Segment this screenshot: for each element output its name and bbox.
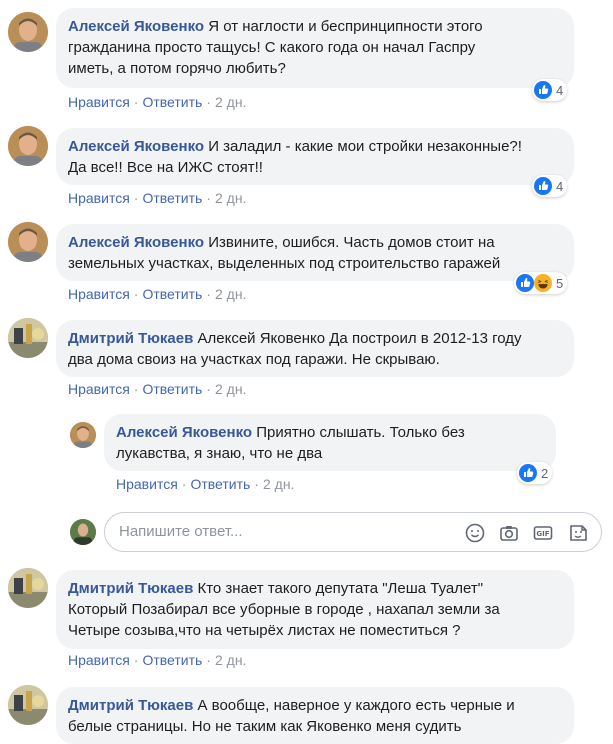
reaction-count: 4 <box>556 82 564 98</box>
comment-bubble: Алексей Яковенко Извините, ошибся. Часть… <box>56 224 574 281</box>
comment-text: А вообще, наверное у каждого есть черные… <box>197 697 515 714</box>
comment-actions: Нравится · Ответить · 2 дн. <box>68 652 247 668</box>
reply-input[interactable] <box>117 522 441 541</box>
like-link[interactable]: Нравится <box>68 652 130 668</box>
comment-text: белые страницы. Но не таким как Яковенко… <box>68 718 462 735</box>
reply-link[interactable]: Ответить <box>142 190 202 206</box>
like-link[interactable]: Нравится <box>68 286 130 302</box>
timestamp[interactable]: 2 дн. <box>215 381 246 397</box>
like-icon <box>534 177 552 195</box>
comment-line: Дмитрий Тюкаев Кто знает такого депутата… <box>68 578 562 599</box>
comment-text: Который Позабирал все уборные в городе ,… <box>68 601 500 618</box>
comment-bubble: Алексей Яковенко Я от наглости и бесприн… <box>56 8 574 88</box>
like-link[interactable]: Нравится <box>68 94 130 110</box>
reaction-summary[interactable]: 4 <box>532 79 568 101</box>
comment-text: Приятно слышать. Только без <box>256 424 465 441</box>
avatar[interactable] <box>8 126 48 166</box>
comment-line: Алексей Яковенко Извините, ошибся. Часть… <box>68 232 562 253</box>
current-user-avatar <box>70 519 96 545</box>
comment-author[interactable]: Дмитрий Тюкаев <box>68 330 193 347</box>
camera-icon[interactable] <box>498 522 520 544</box>
reaction-summary[interactable]: 4 <box>532 175 568 197</box>
svg-text:GIF: GIF <box>536 530 549 538</box>
comment-author[interactable]: Дмитрий Тюкаев <box>68 697 193 714</box>
comment-author[interactable]: Алексей Яковенко <box>68 18 204 35</box>
reply-link[interactable]: Ответить <box>142 381 202 397</box>
reply-link[interactable]: Ответить <box>190 476 250 492</box>
comment-text: два дома своиз на участках под гаражи. Н… <box>68 351 440 368</box>
comment-line: Дмитрий Тюкаев А вообще, наверное у кажд… <box>68 695 562 716</box>
like-link[interactable]: Нравится <box>68 190 130 206</box>
reply-link[interactable]: Ответить <box>142 286 202 302</box>
comment-actions: Нравится · Ответить · 2 дн. <box>116 476 295 492</box>
avatar[interactable] <box>8 222 48 262</box>
comment-line: Алексей Яковенко Приятно слышать. Только… <box>116 422 544 443</box>
comment-text: Да все!! Все на ИЖС стоят!! <box>68 159 263 176</box>
comment-actions: Нравится · Ответить · 2 дн. <box>68 381 247 397</box>
comment-author[interactable]: Алексей Яковенко <box>68 138 204 155</box>
timestamp[interactable]: 2 дн. <box>215 286 246 302</box>
comment-bubble: Дмитрий Тюкаев А вообще, наверное у кажд… <box>56 687 574 744</box>
comment-author[interactable]: Дмитрий Тюкаев <box>68 580 193 597</box>
reply-link[interactable]: Ответить <box>142 94 202 110</box>
avatar[interactable] <box>8 685 48 725</box>
like-icon <box>519 464 537 482</box>
reaction-count: 2 <box>541 465 549 481</box>
comment-actions: Нравится · Ответить · 2 дн. <box>68 94 247 110</box>
comment-bubble: Алексей Яковенко Приятно слышать. Только… <box>104 414 556 471</box>
comment-text: Извините, ошибся. Часть домов стоит на <box>208 234 495 251</box>
comment-author[interactable]: Алексей Яковенко <box>68 234 204 251</box>
reaction-count: 4 <box>556 178 564 194</box>
comment-author[interactable]: Алексей Яковенко <box>116 424 252 441</box>
avatar[interactable] <box>8 568 48 608</box>
like-icon <box>534 81 552 99</box>
haha-icon <box>534 274 552 292</box>
comment-text: лукавства, я знаю, что не два <box>116 445 323 462</box>
comment-text: Кто знает такого депутата "Леша Туалет" <box>197 580 484 597</box>
timestamp[interactable]: 2 дн. <box>215 94 246 110</box>
comment-text: гражданина просто тащусь! С какого года … <box>68 39 476 56</box>
timestamp[interactable]: 2 дн. <box>215 652 246 668</box>
comment-text: И заладил - какие мои стройки незаконные… <box>208 138 522 155</box>
reaction-summary[interactable]: 5 <box>514 272 568 294</box>
comment-text: Алексей Яковенко Да построил в 2012-13 г… <box>197 330 522 347</box>
comment-line: Алексей Яковенко И заладил - какие мои с… <box>68 136 562 157</box>
emoji-icon[interactable] <box>464 522 486 544</box>
avatar[interactable] <box>8 318 48 358</box>
like-link[interactable]: Нравится <box>116 476 178 492</box>
comment-text: Я от наглости и беспринципности этого <box>208 18 483 35</box>
gif-icon[interactable]: GIF <box>532 522 554 544</box>
comment-bubble: Дмитрий Тюкаев Кто знает такого депутата… <box>56 570 574 649</box>
reply-composer[interactable]: GIF <box>104 512 602 552</box>
comment-bubble: Алексей Яковенко И заладил - какие мои с… <box>56 128 574 185</box>
like-link[interactable]: Нравится <box>68 381 130 397</box>
comment-line: Дмитрий Тюкаев Алексей Яковенко Да постр… <box>68 328 562 349</box>
comment-line: Алексей Яковенко Я от наглости и бесприн… <box>68 16 562 37</box>
comment-actions: Нравится · Ответить · 2 дн. <box>68 286 247 302</box>
reaction-count: 5 <box>556 275 564 291</box>
comment-actions: Нравится · Ответить · 2 дн. <box>68 190 247 206</box>
avatar[interactable] <box>8 12 48 52</box>
timestamp[interactable]: 2 дн. <box>215 190 246 206</box>
timestamp[interactable]: 2 дн. <box>263 476 294 492</box>
reply-link[interactable]: Ответить <box>142 652 202 668</box>
comment-text: земельных участках, выделенных под строи… <box>68 255 501 272</box>
like-icon <box>516 274 534 292</box>
comment-text: Четыре созыва,что на четырёх листах не п… <box>68 622 461 639</box>
avatar[interactable] <box>70 422 96 448</box>
comment-text: иметь, а потом горячо любить? <box>68 60 286 77</box>
reaction-summary[interactable]: 2 <box>517 462 553 484</box>
comment-bubble: Дмитрий Тюкаев Алексей Яковенко Да постр… <box>56 320 574 377</box>
sticker-icon[interactable] <box>567 522 589 544</box>
